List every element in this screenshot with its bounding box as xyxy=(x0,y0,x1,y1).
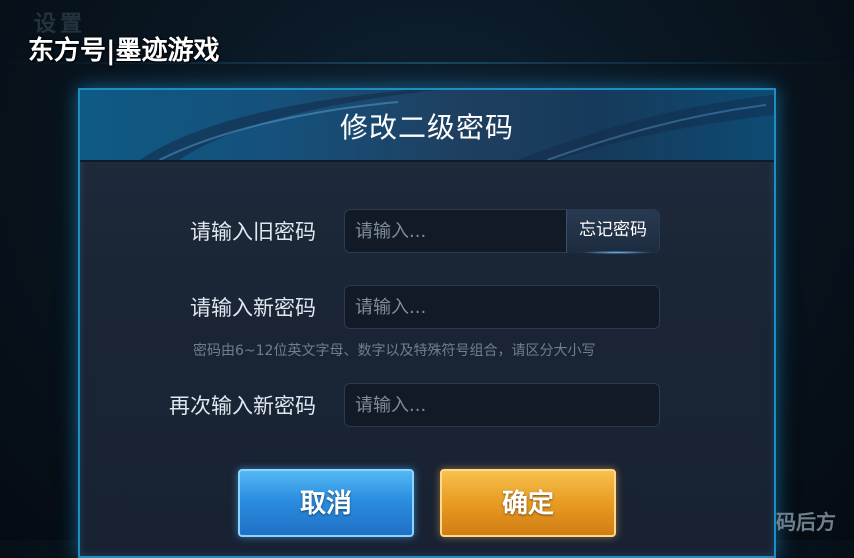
old-password-label: 请输入旧密码 xyxy=(190,220,316,244)
dialog-header: 修改二级密码 xyxy=(80,90,774,162)
dialog-title: 修改二级密码 xyxy=(339,111,514,144)
watermark-bottom: 码后方 xyxy=(776,510,836,534)
forgot-password-glow xyxy=(582,251,652,254)
watermark-top: 东方号|墨迹游戏 xyxy=(28,36,220,66)
confirm-password-label: 再次输入新密码 xyxy=(169,394,316,418)
new-password-input[interactable] xyxy=(344,285,660,329)
forgot-password-button[interactable]: 忘记密码 xyxy=(566,210,659,253)
new-password-label: 请输入新密码 xyxy=(190,296,316,320)
cancel-button[interactable]: 取消 xyxy=(238,469,414,537)
password-rule-hint: 密码由6~12位英文字母、数字以及特殊符号组合，请区分大小写 xyxy=(193,343,596,359)
confirm-password-input[interactable] xyxy=(344,383,660,427)
confirm-button[interactable]: 确定 xyxy=(440,469,616,537)
